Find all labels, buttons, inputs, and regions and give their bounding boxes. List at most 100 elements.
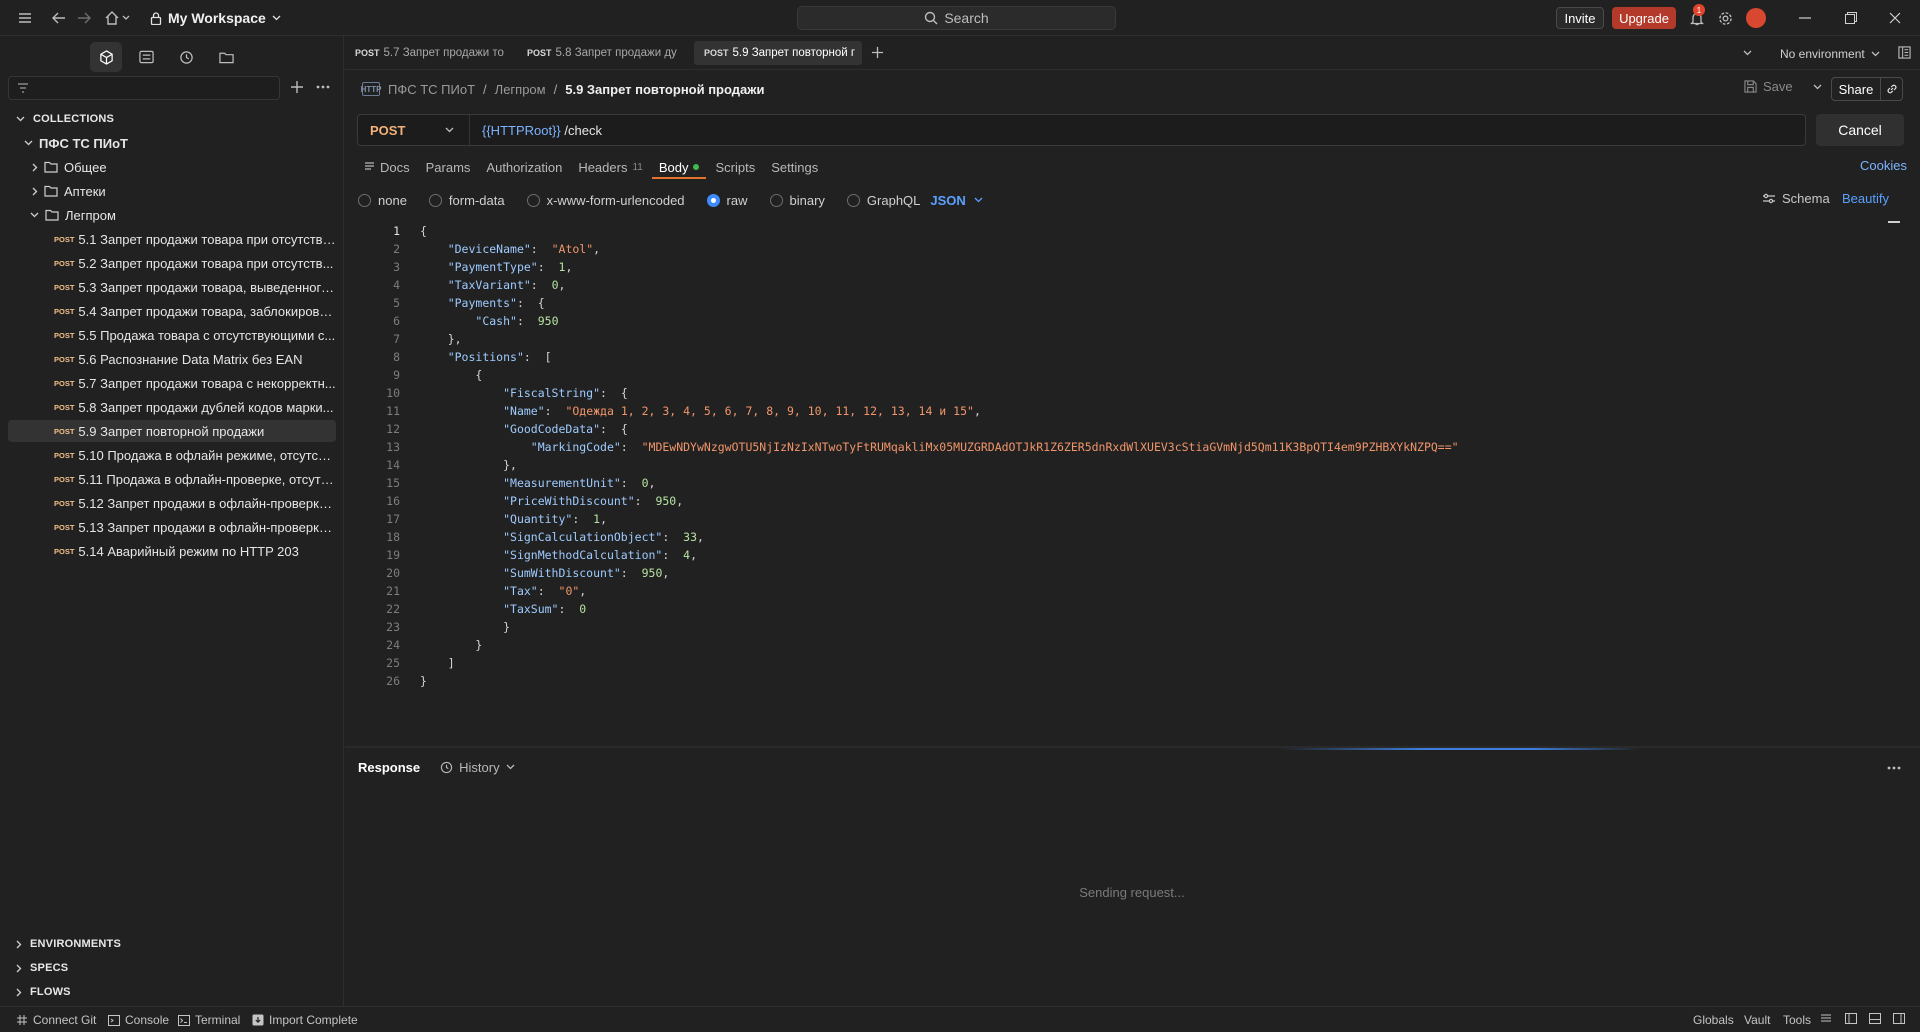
method-select[interactable]: POST: [358, 115, 470, 145]
code-line[interactable]: 26}: [358, 672, 1858, 690]
code-line[interactable]: 12 "GoodCodeData": {: [358, 420, 1858, 438]
code-editor[interactable]: 1{2 "DeviceName": "Atol", 3 "PaymentType"…: [358, 222, 1888, 746]
share-button[interactable]: Share: [1831, 77, 1903, 101]
radio-button-selected[interactable]: [706, 193, 720, 207]
sliders-icon[interactable]: [1820, 1013, 1832, 1023]
code-line[interactable]: 20 "SumWithDiscount": 950,: [358, 564, 1858, 582]
request-item[interactable]: POST 5.12 Запрет продажи в офлайн-проверк…: [8, 492, 336, 514]
tab-settings[interactable]: Settings: [771, 160, 818, 175]
back-arrow-icon[interactable]: [50, 9, 68, 27]
gear-icon[interactable]: [1716, 9, 1734, 27]
minimize-icon[interactable]: [1796, 9, 1814, 27]
chevron-down-icon[interactable]: [1813, 84, 1822, 90]
code-line[interactable]: 9 {: [358, 366, 1858, 384]
code-line[interactable]: 10 "FiscalString": {: [358, 384, 1858, 402]
schema-button[interactable]: Schema: [1762, 191, 1830, 206]
workspace-switcher[interactable]: My Workspace: [150, 8, 281, 28]
radio-button[interactable]: [358, 193, 371, 207]
beautify-button[interactable]: Beautify: [1842, 191, 1889, 206]
response-more-icon[interactable]: [1887, 766, 1901, 770]
request-item[interactable]: POST 5.5 Продажа товара с отсутствующими …: [8, 324, 336, 346]
code-line[interactable]: 25 ]: [358, 654, 1858, 672]
code-line[interactable]: 24 }: [358, 636, 1858, 654]
more-icon[interactable]: [316, 85, 330, 89]
code-line[interactable]: 1{: [358, 222, 1858, 240]
add-icon[interactable]: [290, 80, 304, 94]
collections-section-header[interactable]: COLLECTIONS: [16, 109, 114, 129]
home-icon[interactable]: [103, 9, 121, 27]
terminal-button[interactable]: Terminal: [178, 1013, 240, 1027]
collections-tool-button[interactable]: [90, 42, 122, 72]
request-item[interactable]: POST 5.13 Запрет продажи в офлайн-проверк…: [8, 516, 336, 538]
code-line[interactable]: 5 "Payments": {: [358, 294, 1858, 312]
code-line[interactable]: 7 },: [358, 330, 1858, 348]
code-line[interactable]: 3 "PaymentType": 1,: [358, 258, 1858, 276]
layout-panel-icon[interactable]: [1893, 1013, 1905, 1024]
code-line[interactable]: 19 "SignMethodCalculation": 4,: [358, 546, 1858, 564]
cancel-button[interactable]: Cancel: [1816, 114, 1904, 146]
body-type-form-data[interactable]: form-data: [428, 193, 505, 208]
connect-git-button[interactable]: Connect Git: [16, 1013, 96, 1027]
code-line[interactable]: 8 "Positions": [: [358, 348, 1858, 366]
request-item-active[interactable]: POST 5.9 Запрет повторной продажи: [8, 420, 336, 442]
vault-button[interactable]: Vault: [1744, 1013, 1770, 1027]
save-button[interactable]: Save: [1744, 79, 1822, 94]
tab-body[interactable]: Body: [659, 160, 700, 175]
code-line[interactable]: 6 "Cash": 950: [358, 312, 1858, 330]
body-type-raw[interactable]: raw: [706, 193, 748, 208]
environment-select[interactable]: No environment: [1780, 47, 1880, 61]
url-input[interactable]: {{HTTPRoot}} /check: [470, 123, 602, 138]
radio-button[interactable]: [846, 193, 860, 207]
tab-docs[interactable]: Docs: [364, 160, 410, 175]
chevron-down-icon[interactable]: [121, 9, 131, 27]
code-line[interactable]: 2 "DeviceName": "Atol",: [358, 240, 1858, 258]
body-language-select[interactable]: JSON: [930, 193, 983, 208]
code-line[interactable]: 4 "TaxVariant": 0,: [358, 276, 1858, 294]
folder-legprom[interactable]: Легпром: [30, 204, 116, 226]
tab-authorization[interactable]: Authorization: [486, 160, 562, 175]
specs-section-header[interactable]: SPECS: [16, 958, 68, 978]
cookies-link[interactable]: Cookies: [1860, 158, 1907, 173]
code-line[interactable]: 17 "Quantity": 1,: [358, 510, 1858, 528]
tools-button[interactable]: Tools: [1783, 1013, 1811, 1027]
link-icon[interactable]: [1880, 78, 1902, 100]
request-item[interactable]: POST 5.1 Запрет продажи товара при отсутс…: [8, 228, 336, 250]
code-line[interactable]: 22 "TaxSum": 0: [358, 600, 1858, 618]
flows-section-header[interactable]: FLOWS: [16, 982, 71, 1002]
code-line[interactable]: 13 "MarkingCode": "MDEwNDYwNzgwOTU5NjIzN…: [358, 438, 1858, 456]
filter-input[interactable]: [8, 76, 280, 100]
tab-5-9-active[interactable]: POST 5.9 Запрет повторной г: [694, 41, 862, 65]
request-item[interactable]: POST 5.6 Распознание Data Matrix без EAN: [8, 348, 336, 370]
new-tab-icon[interactable]: [871, 46, 884, 59]
request-item[interactable]: POST 5.14 Аварийный режим по HTTP 203: [8, 540, 336, 562]
avatar[interactable]: [1746, 8, 1766, 28]
code-line[interactable]: 21 "Tax": "0",: [358, 582, 1858, 600]
request-item[interactable]: POST 5.4 Запрет продажи товара, заблокиро…: [8, 300, 336, 322]
history-button[interactable]: History: [440, 760, 515, 775]
tab-scripts[interactable]: Scripts: [715, 160, 755, 175]
body-type-binary[interactable]: binary: [769, 193, 825, 208]
code-line[interactable]: 11 "Name": "Одежда 1, 2, 3, 4, 5, 6, 7, …: [358, 402, 1858, 420]
globals-button[interactable]: Globals: [1693, 1013, 1734, 1027]
breadcrumb-request[interactable]: 5.9 Запрет повторной продажи: [565, 82, 764, 97]
restore-icon[interactable]: [1842, 9, 1860, 27]
breadcrumb-folder[interactable]: Легпром: [495, 82, 546, 97]
environments-tool-button[interactable]: [130, 42, 162, 72]
radio-button[interactable]: [428, 193, 442, 207]
console-button[interactable]: Console: [108, 1013, 169, 1027]
request-item[interactable]: POST 5.7 Запрет продажи товара с некоррек…: [8, 372, 336, 394]
editor-scrollbar[interactable]: [1888, 221, 1900, 223]
radio-button[interactable]: [526, 193, 540, 207]
menu-icon[interactable]: [16, 9, 34, 27]
code-line[interactable]: 15 "MeasurementUnit": 0,: [358, 474, 1858, 492]
files-tool-button[interactable]: [210, 42, 242, 72]
layout-split-icon[interactable]: [1869, 1013, 1881, 1024]
code-line[interactable]: 14 },: [358, 456, 1858, 474]
import-status[interactable]: Import Complete: [252, 1013, 358, 1027]
body-type-graphql[interactable]: GraphQL: [846, 193, 920, 208]
folder-apteki[interactable]: Аптеки: [32, 180, 106, 202]
pane-divider[interactable]: [345, 746, 1920, 748]
request-item[interactable]: POST 5.2 Запрет продажи товара при отсутс…: [8, 252, 336, 274]
history-tool-button[interactable]: [170, 42, 202, 72]
environment-quicklook-icon[interactable]: [1898, 46, 1911, 59]
